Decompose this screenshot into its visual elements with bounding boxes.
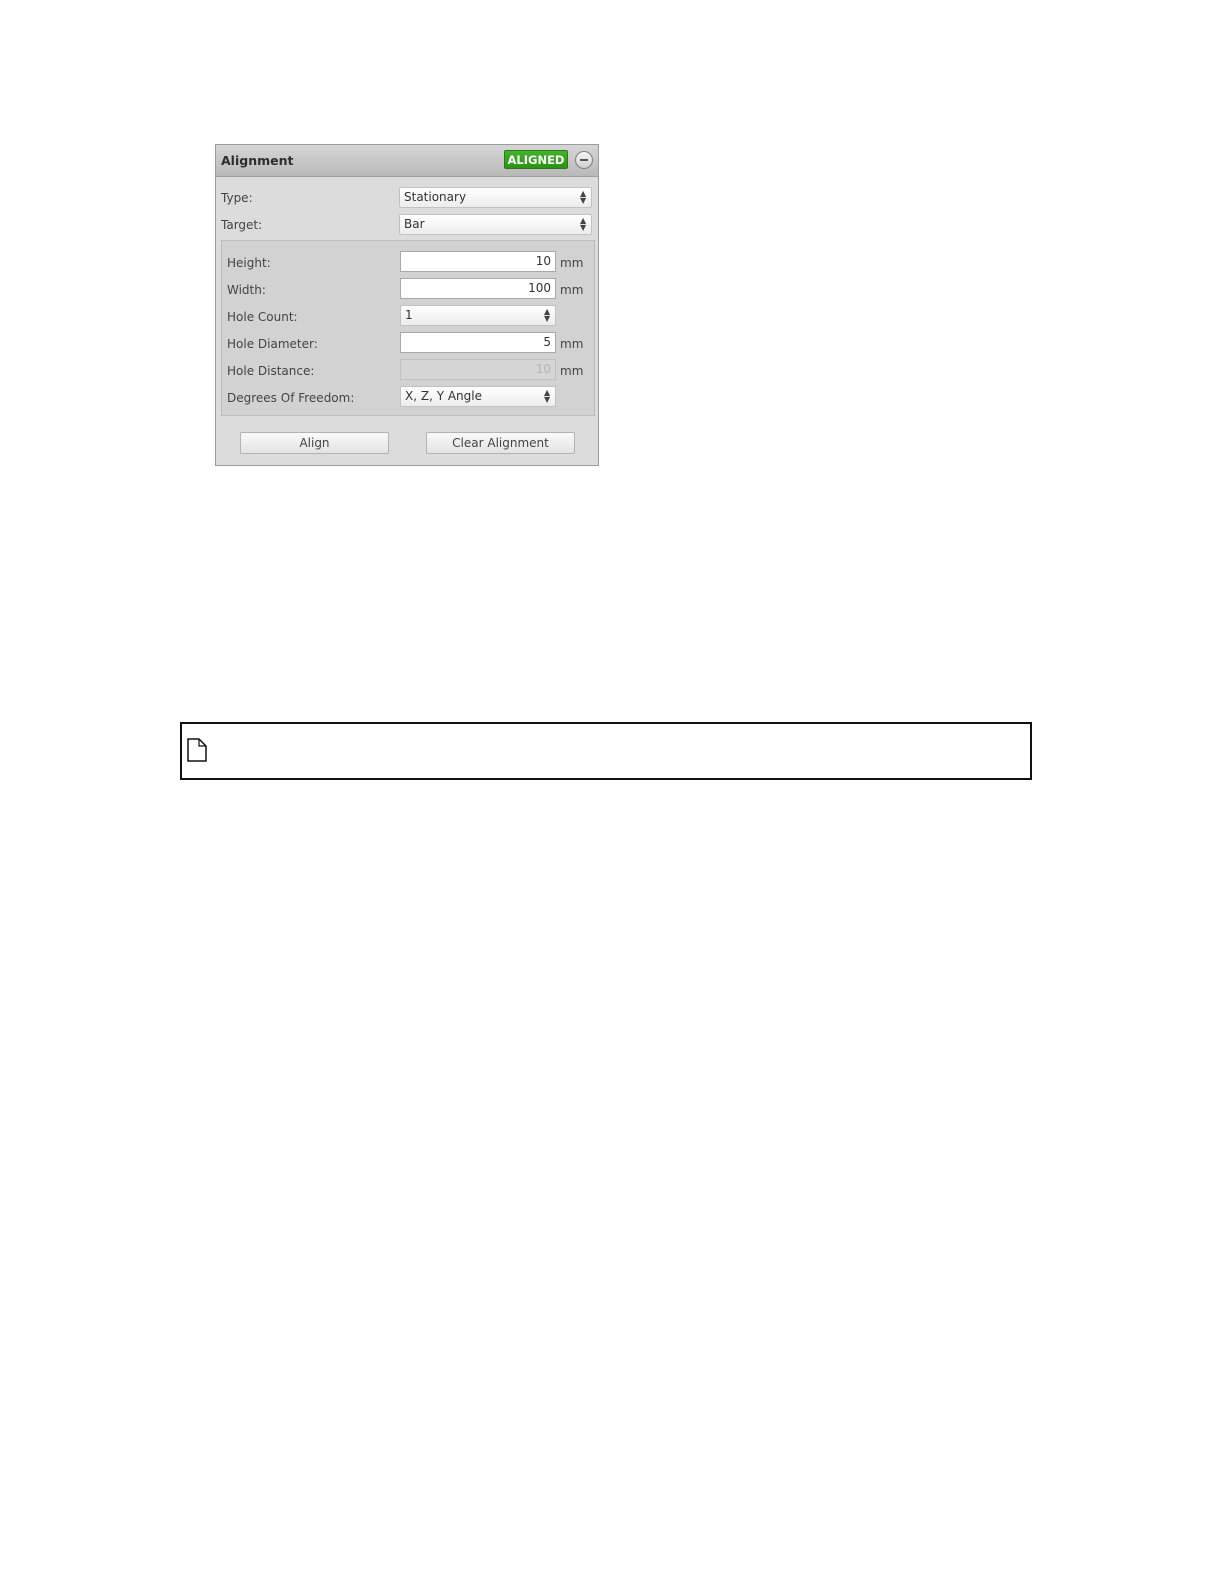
alignment-panel: Alignment ALIGNED Type: Stationary ▲ ▼ Ta… xyxy=(215,144,599,466)
hole-count-label: Hole Count: xyxy=(227,310,298,324)
type-label: Type: xyxy=(221,191,253,205)
status-badge: ALIGNED xyxy=(504,150,568,169)
degrees-of-freedom-value: X, Z, Y Angle xyxy=(405,389,482,403)
panel-header: Alignment ALIGNED xyxy=(216,145,598,177)
type-select-value: Stationary xyxy=(404,190,467,204)
select-arrows-icon: ▲ ▼ xyxy=(580,216,587,232)
select-arrows-icon: ▲ ▼ xyxy=(544,388,551,404)
minus-circle-icon xyxy=(580,159,588,161)
width-label: Width: xyxy=(227,283,266,297)
hole-diameter-label: Hole Diameter: xyxy=(227,337,318,351)
panel-title: Alignment xyxy=(221,153,294,168)
width-unit: mm xyxy=(560,283,584,297)
target-label: Target: xyxy=(221,218,263,232)
align-button[interactable]: Align xyxy=(240,432,389,454)
hole-count-value: 1 xyxy=(405,308,413,322)
target-select[interactable]: Bar ▲ ▼ xyxy=(399,214,592,235)
target-select-value: Bar xyxy=(404,217,425,231)
clear-alignment-button[interactable]: Clear Alignment xyxy=(426,432,575,454)
width-input[interactable]: 100 xyxy=(400,278,556,299)
height-unit: mm xyxy=(560,256,584,270)
degrees-of-freedom-label: Degrees Of Freedom: xyxy=(227,391,355,405)
height-label: Height: xyxy=(227,256,271,270)
bar-parameters-group: Height: 10 mm Width: 100 mm Hole Count: … xyxy=(221,240,595,416)
type-select[interactable]: Stationary ▲ ▼ xyxy=(399,187,592,208)
hole-distance-unit: mm xyxy=(560,364,584,378)
collapse-button[interactable] xyxy=(575,151,593,169)
hole-count-select[interactable]: 1 ▲ ▼ xyxy=(400,305,556,326)
height-input[interactable]: 10 xyxy=(400,251,556,272)
degrees-of-freedom-select[interactable]: X, Z, Y Angle ▲ ▼ xyxy=(400,386,556,407)
hole-diameter-unit: mm xyxy=(560,337,584,351)
hole-distance-label: Hole Distance: xyxy=(227,364,315,378)
select-arrows-icon: ▲ ▼ xyxy=(544,307,551,323)
document-placeholder xyxy=(180,722,1032,780)
document-icon xyxy=(187,738,207,762)
select-arrows-icon: ▲ ▼ xyxy=(580,189,587,205)
hole-diameter-input[interactable]: 5 xyxy=(400,332,556,353)
hole-distance-input: 10 xyxy=(400,359,556,380)
